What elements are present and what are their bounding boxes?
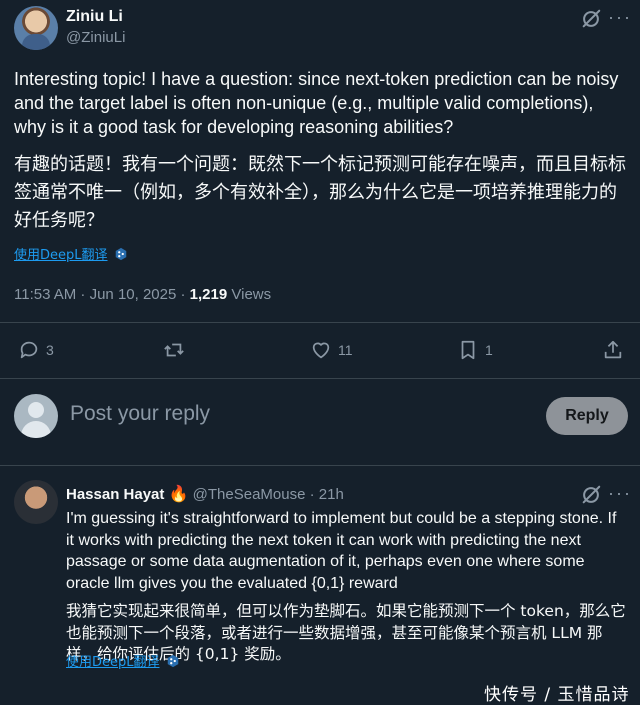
deepl-icon xyxy=(167,654,178,667)
grok-icon[interactable] xyxy=(580,8,602,30)
watermark: 快传号 / 玉惜品诗 xyxy=(484,685,630,705)
share-action[interactable] xyxy=(602,339,624,361)
author-avatar[interactable] xyxy=(14,6,58,50)
tweet-text-zh: 有趣的话题！我有一个问题：既然下一个标记预测可能存在噪声，而且目标标签通常不唯一… xyxy=(14,154,626,231)
reply-button[interactable]: Reply xyxy=(546,397,628,435)
reply-count: 3 xyxy=(46,342,54,358)
divider xyxy=(0,378,640,379)
divider xyxy=(0,465,640,466)
like-count: 11 xyxy=(338,342,353,358)
reply-author-name[interactable]: Hassan Hayat xyxy=(66,486,164,503)
reply-text-en: I'm guessing it's straightforward to imp… xyxy=(66,510,617,592)
reply-author-handle[interactable]: @TheSeaMouse xyxy=(193,486,306,503)
reply-time[interactable]: · 21h xyxy=(310,486,344,503)
user-avatar-placeholder xyxy=(14,394,58,438)
reply-input[interactable]: Post your reply xyxy=(70,402,210,426)
share-icon xyxy=(604,340,622,359)
bookmark-action[interactable]: 1 xyxy=(457,339,493,361)
more-options-icon[interactable]: ··· xyxy=(608,484,632,502)
like-action[interactable]: 11 xyxy=(310,339,353,361)
deepl-icon xyxy=(115,247,126,260)
translate-label[interactable]: 使用DeepL翻译 xyxy=(66,651,160,670)
author-name[interactable]: Ziniu Li xyxy=(66,8,123,26)
reply-author-avatar[interactable] xyxy=(14,480,58,524)
tweet-text-en: Interesting topic! I have a question: si… xyxy=(14,69,619,137)
views-count: 1,219 xyxy=(189,286,228,303)
translate-link[interactable]: 使用DeepL翻译 xyxy=(66,651,180,670)
action-bar: 3 11 1 xyxy=(0,336,640,366)
bookmark-icon xyxy=(461,340,475,360)
grok-icon[interactable] xyxy=(580,484,602,506)
bookmark-count: 1 xyxy=(485,342,493,358)
reply-action[interactable]: 3 xyxy=(18,339,54,361)
translate-link[interactable]: 使用DeepL翻译 xyxy=(14,244,128,263)
tweet-meta: 11:53 AM · Jun 10, 2025 · 1,219 Views xyxy=(14,286,271,303)
fire-emoji: 🔥 xyxy=(168,486,189,503)
reply-icon xyxy=(20,341,38,359)
timestamp[interactable]: 11:53 AM · Jun 10, 2025 · xyxy=(14,286,190,303)
more-options-icon[interactable]: ··· xyxy=(608,8,632,26)
divider xyxy=(0,322,640,323)
translate-label[interactable]: 使用DeepL翻译 xyxy=(14,244,108,263)
retweet-icon xyxy=(164,343,184,357)
retweet-action[interactable] xyxy=(163,339,191,361)
reply-header: Hassan Hayat 🔥 @TheSeaMouse · 21h xyxy=(66,484,344,504)
author-handle[interactable]: @ZiniuLi xyxy=(66,29,125,46)
heart-icon xyxy=(312,342,330,359)
views-label: Views xyxy=(227,286,272,303)
